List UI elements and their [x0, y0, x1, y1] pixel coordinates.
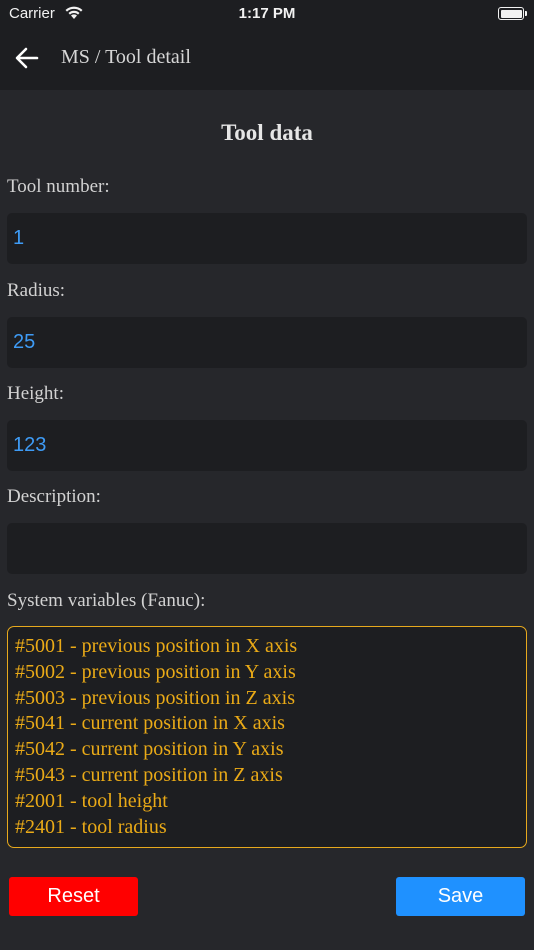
page-title: MS / Tool detail: [61, 46, 191, 68]
height-label: Height:: [7, 383, 64, 404]
radius-label: Radius:: [7, 280, 66, 301]
system-variables-label: System variables (Fanuc):: [7, 590, 206, 611]
navigation-bar: MS / Tool detail: [0, 27, 534, 90]
sysvar-line: #5041 - current position in X axis: [15, 712, 285, 735]
sysvar-line: #2401 - tool radius: [15, 815, 167, 838]
description-field[interactable]: [7, 523, 527, 574]
system-variables-box: #5001 - previous position in X axis #500…: [7, 626, 527, 848]
tool-number-label: Tool number:: [7, 176, 110, 197]
reset-button[interactable]: Reset: [9, 877, 138, 916]
height-field[interactable]: 123: [7, 420, 527, 471]
tool-number-field[interactable]: 1: [7, 213, 527, 264]
sysvar-line: #5043 - current position in Z axis: [15, 763, 283, 786]
radius-field[interactable]: 25: [7, 317, 527, 368]
status-time: 1:17 PM: [238, 5, 296, 22]
sysvar-line: #2001 - tool height: [15, 789, 168, 812]
tool-number-value: 1: [13, 227, 25, 249]
back-button[interactable]: [10, 41, 44, 75]
battery-icon: [498, 7, 527, 20]
sysvar-line: #5042 - current position in Y axis: [15, 738, 284, 761]
radius-value: 25: [13, 331, 36, 353]
save-button[interactable]: Save: [396, 877, 525, 916]
section-title: Tool data: [221, 120, 313, 145]
status-bar: Carrier 1:17 PM: [0, 0, 534, 27]
height-value: 123: [13, 434, 47, 456]
arrow-left-icon: [15, 47, 39, 69]
sysvar-line: #5003 - previous position in Z axis: [15, 686, 295, 709]
sysvar-line: #5002 - previous position in Y axis: [15, 660, 296, 683]
sysvar-line: #5001 - previous position in X axis: [15, 635, 298, 657]
description-label: Description:: [7, 486, 101, 507]
